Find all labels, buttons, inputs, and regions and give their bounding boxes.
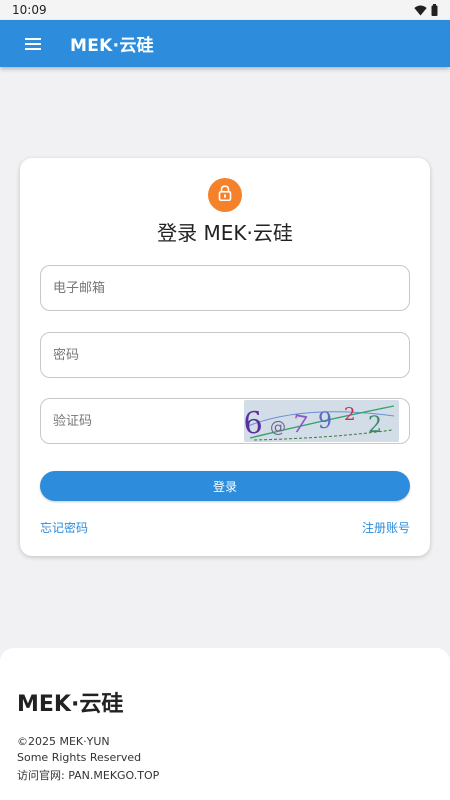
status-bar: 10:09 (0, 0, 450, 20)
battery-icon (431, 4, 438, 16)
captcha-input[interactable] (53, 399, 253, 443)
app-bar: MEK·云硅 (0, 20, 450, 67)
email-field[interactable] (40, 265, 410, 311)
footer-copyright: ©2025 MEK·YUN (17, 735, 110, 748)
app-title: MEK·云硅 (70, 36, 154, 56)
status-time: 10:09 (12, 3, 47, 17)
menu-button[interactable] (0, 20, 68, 67)
email-input[interactable] (53, 266, 253, 310)
wifi-icon (414, 5, 427, 16)
svg-text:2: 2 (368, 413, 382, 438)
lock-icon (218, 185, 232, 205)
footer-brand: MEK·云硅 (17, 692, 124, 717)
status-icons (414, 4, 438, 16)
captcha-image[interactable]: 6 @ 7 9 2 2 (244, 400, 399, 442)
menu-icon (25, 37, 41, 50)
login-card: 登录 MEK·云硅 6 @ 7 9 2 2 登录 忘记密码 注册账号 (20, 158, 430, 556)
login-title: 登录 MEK·云硅 (157, 221, 293, 245)
password-field[interactable] (40, 332, 410, 378)
footer-rights: Some Rights Reserved (17, 751, 142, 764)
footer: MEK·云硅 ©2025 MEK·YUN Some Rights Reserve… (0, 648, 450, 800)
forgot-password-link[interactable]: 忘记密码 (40, 519, 88, 536)
register-link[interactable]: 注册账号 (362, 519, 410, 536)
password-input[interactable] (53, 333, 253, 377)
svg-text:2: 2 (344, 404, 355, 425)
svg-text:@: @ (270, 417, 286, 436)
svg-text:6: 6 (244, 405, 264, 441)
footer-site[interactable]: 访问官网: PAN.MEKGO.TOP (17, 767, 159, 783)
captcha-field[interactable]: 6 @ 7 9 2 2 (40, 398, 410, 444)
login-button[interactable]: 登录 (40, 471, 410, 501)
lock-badge (208, 178, 242, 212)
svg-text:9: 9 (318, 409, 332, 434)
